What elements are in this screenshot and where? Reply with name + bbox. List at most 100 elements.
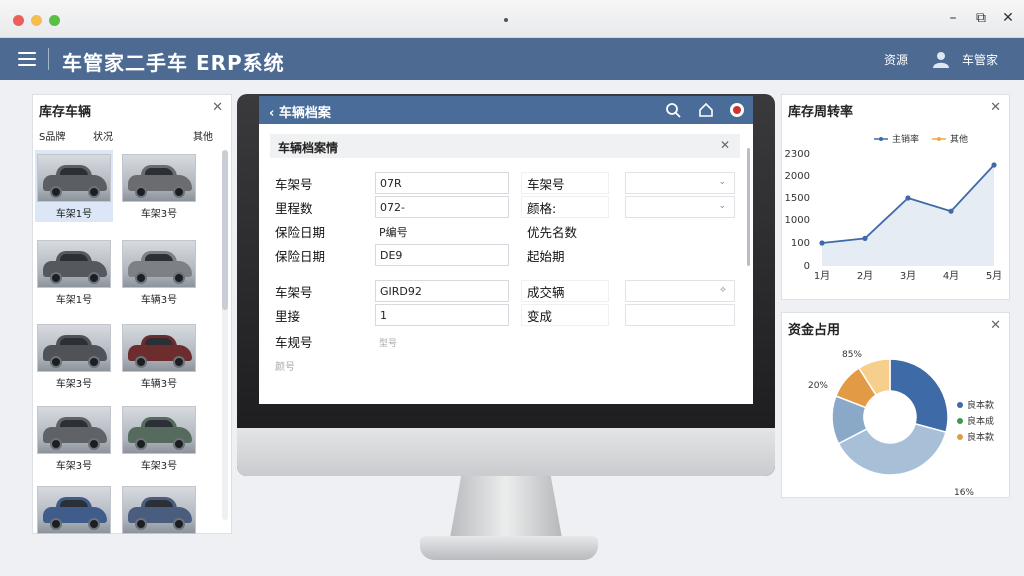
legend-marker — [879, 137, 883, 141]
car-label: 车架1号 — [55, 295, 93, 306]
inventory-tabs: S品牌 状况 其他 — [33, 125, 231, 145]
y-tick-label: 0 — [804, 261, 810, 272]
notification-icon[interactable] — [729, 102, 745, 118]
x-tick-label: 1月 — [814, 270, 830, 282]
car-label: 车架3号 — [55, 461, 93, 472]
car-card[interactable] — [120, 482, 198, 554]
tab-condition[interactable]: 状况 — [93, 128, 113, 143]
user-icon[interactable] — [932, 50, 950, 68]
zoom-window-dot[interactable] — [49, 15, 60, 26]
x-tick-label: 4月 — [943, 270, 959, 282]
maximize-button[interactable]: ⧉ — [972, 10, 990, 26]
panel-title: 库存周转率 — [788, 105, 854, 120]
tab-brand[interactable]: S品牌 — [39, 128, 65, 143]
field-input[interactable] — [521, 172, 609, 194]
x-tick-label: 2月 — [857, 270, 873, 282]
field-input[interactable] — [521, 196, 609, 218]
car-card[interactable]: 车架3号 — [35, 402, 113, 474]
y-tick-label: 1000 — [785, 215, 810, 226]
close-button[interactable]: ✕ — [999, 10, 1017, 26]
field-label: 保险日期 — [275, 225, 326, 240]
monitor-chin — [237, 428, 775, 476]
close-icon[interactable]: ✕ — [720, 138, 730, 152]
record-panel-bar: 车辆档案情 ✕ — [270, 134, 740, 158]
legend-marker — [957, 402, 963, 408]
app-title: 车管家二手车 ERP系统 — [62, 51, 285, 75]
car-card[interactable]: 车辆3号 — [120, 320, 198, 392]
field-input[interactable]: 072- — [375, 196, 509, 218]
user-name[interactable]: 车管家 — [962, 51, 998, 68]
minimize-button[interactable]: – — [944, 10, 962, 26]
car-card[interactable]: 车辆3号 — [120, 236, 198, 308]
chevron-down-icon: ⟡ — [720, 285, 726, 295]
menu-icon[interactable] — [18, 52, 36, 66]
field-input[interactable] — [521, 280, 609, 302]
home-icon[interactable] — [698, 102, 714, 118]
record-scrollbar[interactable] — [747, 148, 750, 266]
close-window-dot[interactable] — [13, 15, 24, 26]
legend-label: 其他 — [950, 133, 968, 145]
y-tick-label: 1500 — [785, 193, 810, 204]
select-field[interactable]: ⌄ — [625, 196, 735, 218]
car-card[interactable]: 车架1号 — [35, 236, 113, 308]
data-point — [819, 240, 825, 246]
area-fill — [822, 165, 994, 266]
monitor-base — [420, 536, 598, 560]
capital-donut-chart: 85%20%16%良本款良本成良本款 — [808, 350, 994, 498]
car-photo — [37, 486, 111, 534]
data-point — [905, 195, 911, 201]
field-input[interactable] — [521, 304, 609, 326]
select-field[interactable] — [625, 304, 735, 326]
chevron-down-icon: ⌄ — [718, 177, 726, 187]
field-input[interactable]: P编号 — [375, 220, 509, 242]
minimize-window-dot[interactable] — [31, 15, 42, 26]
inventory-scroll-thumb[interactable] — [222, 150, 228, 310]
y-tick-label: 2300 — [785, 149, 810, 160]
car-card[interactable] — [35, 482, 113, 554]
field-input[interactable]: DE9 — [375, 244, 509, 266]
record-header: ‹ 车辆档案 — [259, 96, 753, 124]
select-field[interactable]: ⟡ — [625, 280, 735, 302]
car-photo — [122, 240, 196, 288]
car-label: 车架3号 — [55, 379, 93, 390]
field-label: 车规号 — [275, 335, 313, 350]
car-photo — [37, 406, 111, 454]
car-label: 车架3号 — [140, 209, 178, 220]
turnover-panel: 库存周转率 ✕ 主销率 其他 2300 2000 1500 1000 100 0 1月 2月 3月 4… — [781, 94, 1010, 300]
car-card[interactable]: 车架3号 — [120, 402, 198, 474]
field-label: 保险日期 — [275, 249, 326, 264]
car-card[interactable]: 车架3号 — [120, 150, 198, 222]
field-input[interactable]: 1 — [375, 304, 509, 326]
car-photo — [122, 486, 196, 534]
turnover-line-chart: 主销率 其他230020001500100010001月 2月 3月 4月 5月 — [785, 133, 1003, 282]
field-label: 车架号 — [275, 177, 313, 192]
window-titlebar: – ⧉ ✕ — [0, 0, 1024, 38]
field-label: 车架号 — [275, 285, 313, 300]
slice-label: 20% — [808, 381, 828, 391]
y-tick-label: 2000 — [785, 171, 810, 182]
car-label: 车架3号 — [140, 461, 178, 472]
field-label: 起始期 — [527, 249, 565, 264]
field-label: 优先名数 — [527, 225, 578, 240]
close-icon[interactable]: ✕ — [990, 100, 1001, 115]
close-icon[interactable]: ✕ — [212, 100, 223, 115]
field-input[interactable]: 07R — [375, 172, 509, 194]
select-field[interactable]: ⌄ — [625, 172, 735, 194]
capital-panel: 资金占用 ✕ 85% 20% 16% 良本款 良本成 良本款 — [781, 312, 1010, 498]
chevron-down-icon: ⌄ — [718, 201, 726, 211]
field-input[interactable]: GIRD92 — [375, 280, 509, 302]
field-input[interactable]: 型号 — [375, 332, 509, 354]
tab-other[interactable]: 其他 — [193, 128, 213, 143]
car-label: 车架1号 — [55, 209, 93, 220]
search-icon[interactable] — [665, 102, 681, 118]
car-card[interactable]: 车架3号 — [35, 320, 113, 392]
slice-label: 16% — [954, 488, 974, 498]
resources-link[interactable]: 资源 — [884, 51, 908, 68]
legend-label: 良本成 — [967, 415, 994, 427]
legend-label: 主销率 — [892, 133, 919, 145]
car-card[interactable]: 车架1号 — [35, 150, 113, 222]
monitor-stand — [450, 476, 562, 538]
car-photo — [122, 406, 196, 454]
record-panel-title: 车辆档案情 — [278, 141, 339, 155]
close-icon[interactable]: ✕ — [990, 318, 1001, 333]
